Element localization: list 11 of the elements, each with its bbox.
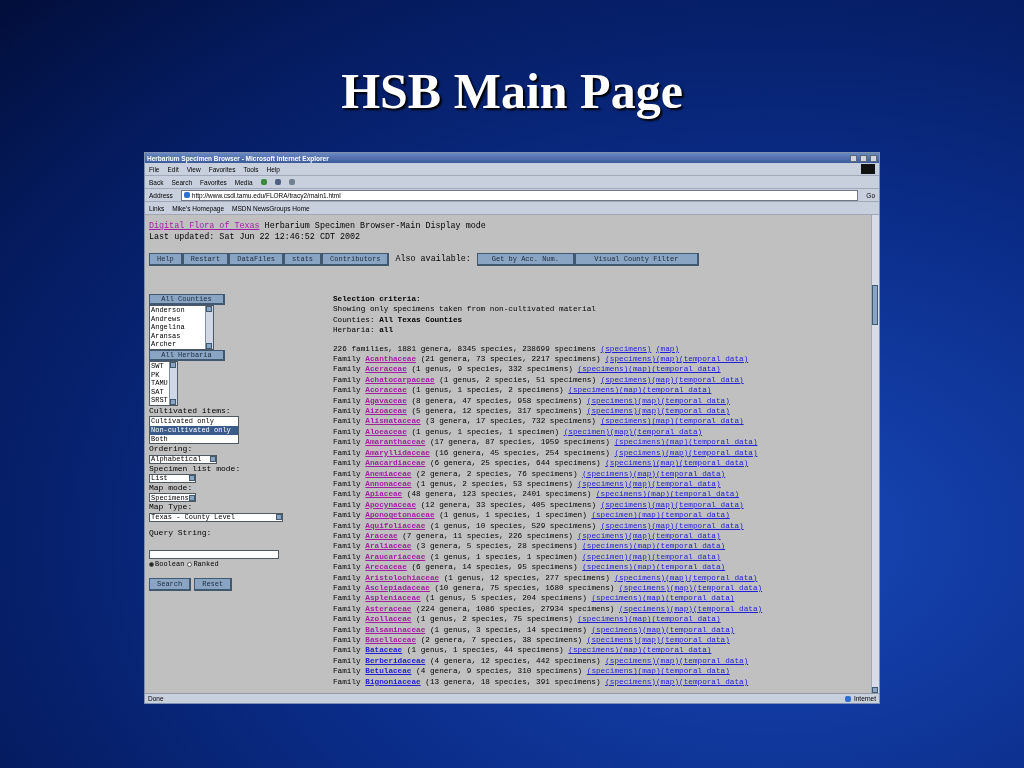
slide-title: HSB Main Page xyxy=(341,62,683,121)
ordering-label: Ordering: xyxy=(149,444,194,455)
cultivated-label: Cultivated items: xyxy=(149,405,232,417)
last-updated: Last updated: Sat Jun 22 12:46:52 CDT 2002 xyxy=(149,232,362,243)
site-link[interactable]: Digital Flora of Texas xyxy=(149,221,260,231)
query-label: Query String: xyxy=(149,527,213,539)
map-type-label: Map Type: xyxy=(149,502,194,513)
page-heading: Digital Flora of Texas Herbarium Specimen Browser-Main Display mode xyxy=(149,221,487,232)
map-mode-label: Map mode: xyxy=(149,482,194,494)
also-available-label: Also available: xyxy=(395,254,471,265)
list-mode-label: Specimen list mode: xyxy=(149,463,242,474)
